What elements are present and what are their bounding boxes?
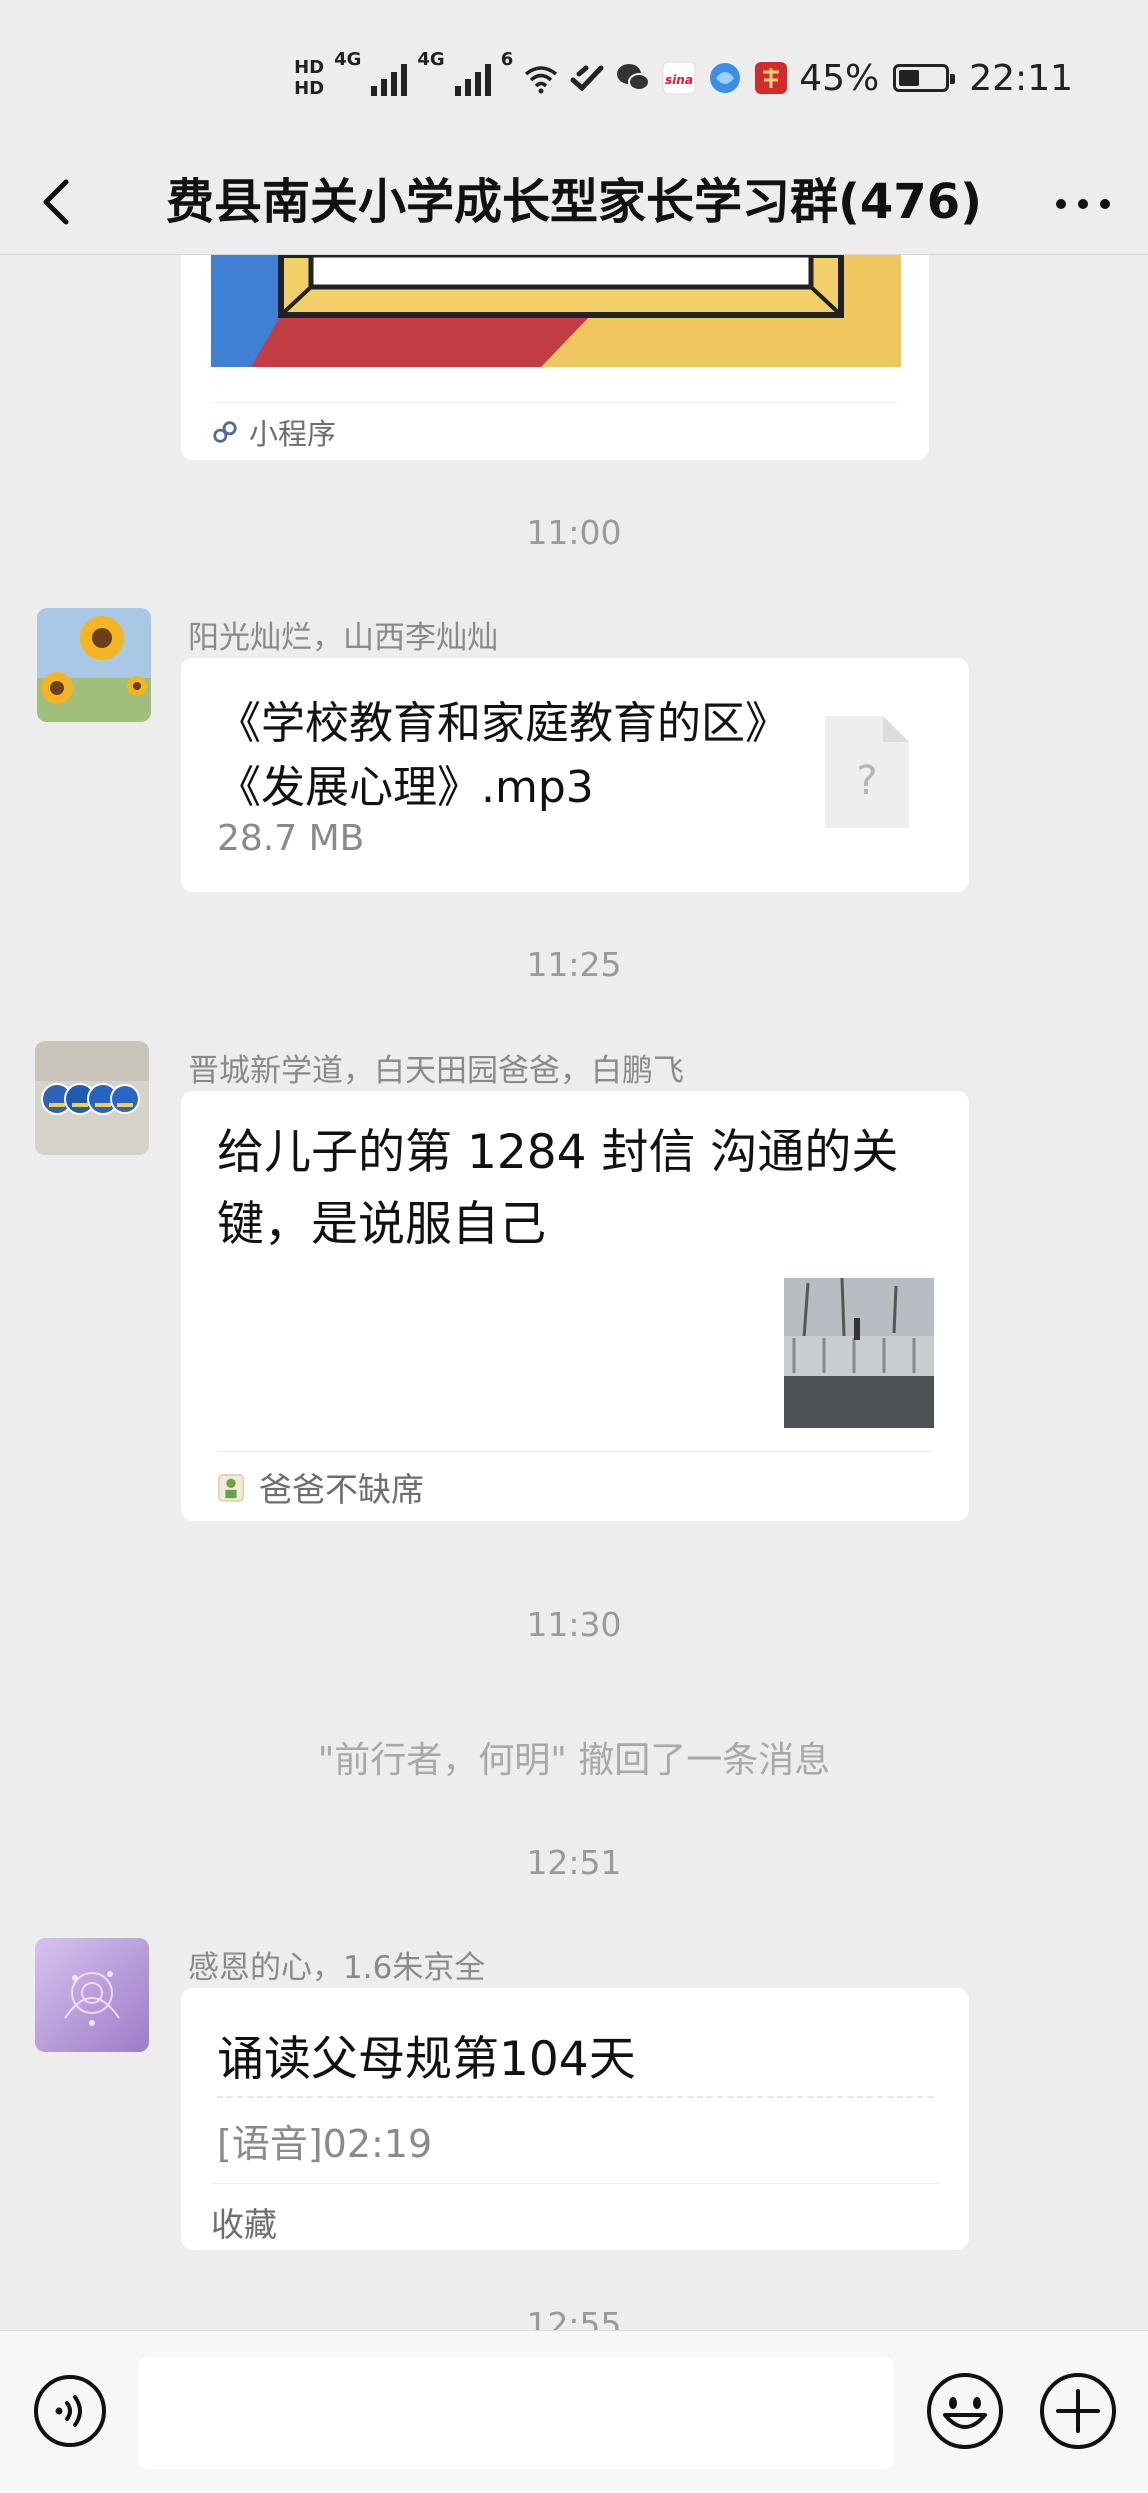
more-actions-button[interactable] bbox=[1038, 2371, 1118, 2451]
avatar[interactable] bbox=[35, 1041, 149, 1155]
recitation-title: 诵读父母规第104天 bbox=[217, 2032, 636, 2087]
file-size: 28.7 MB bbox=[217, 818, 365, 859]
battery-icon bbox=[893, 64, 956, 92]
wifi-icon bbox=[523, 60, 559, 96]
divider bbox=[217, 2096, 933, 2098]
more-icon bbox=[1056, 199, 1110, 209]
account-logo-icon bbox=[218, 1474, 244, 1502]
emoji-icon bbox=[927, 2373, 1003, 2449]
medals-avatar-image bbox=[35, 1041, 149, 1155]
unknown-file-icon: ? bbox=[825, 716, 909, 828]
recitation-card[interactable]: 诵读父母规第104天 [语音]02:19 收藏 bbox=[181, 1988, 969, 2250]
sunflower-avatar-image bbox=[37, 608, 151, 722]
chat-header: 费县南关小学成长型家长学习群(476) bbox=[0, 150, 1148, 255]
chat-title: 费县南关小学成长型家长学习群(476) bbox=[165, 174, 983, 230]
timestamp: 11:00 bbox=[526, 513, 622, 552]
flower-avatar-image bbox=[35, 1938, 149, 2052]
sender-name: 晋城新学道，白天田园爸爸，白鹏飞 bbox=[188, 1053, 684, 1089]
svg-text:sina: sina bbox=[665, 73, 693, 87]
timestamp: 12:55 bbox=[526, 2305, 622, 2330]
timestamp: 12:51 bbox=[526, 1843, 622, 1882]
mini-program-footer: 小程序 bbox=[211, 402, 899, 461]
link-icon bbox=[569, 60, 605, 96]
battery-percent: 45% bbox=[799, 57, 880, 99]
file-name: 《学校教育和家庭教育的区》《发展心理》.mp3 bbox=[217, 698, 767, 813]
mini-program-thumbnail bbox=[211, 255, 901, 367]
favorite-tag: 收藏 bbox=[211, 2205, 277, 2244]
article-source-bar: 爸爸不缺席 bbox=[217, 1451, 933, 1522]
voice-duration: [语音]02:19 bbox=[217, 2122, 433, 2166]
article-thumbnail bbox=[784, 1278, 934, 1428]
mini-program-card[interactable]: 小程序 bbox=[181, 255, 929, 460]
wechat-icon bbox=[615, 60, 651, 96]
clock: 22:11 bbox=[969, 57, 1073, 99]
timestamp: 11:30 bbox=[526, 1605, 622, 1644]
avatar[interactable] bbox=[35, 1938, 149, 2052]
emoji-button[interactable] bbox=[925, 2371, 1005, 2451]
signal-icon bbox=[454, 60, 491, 96]
more-button[interactable] bbox=[1048, 172, 1118, 232]
status-bar: HD HD 4G 4G 6 sina 45% 22:11 bbox=[0, 0, 1148, 150]
back-button[interactable] bbox=[30, 172, 90, 232]
browser-icon bbox=[707, 60, 743, 96]
network-type-2: 4G bbox=[417, 49, 445, 70]
svg-text:?: ? bbox=[856, 758, 877, 804]
message-list[interactable]: 小程序 11:00 阳光灿烂，山西李灿灿 《学校教育和家庭教育的区》《发展心理》… bbox=[0, 255, 1148, 2330]
chevron-left-icon bbox=[43, 179, 69, 225]
recall-notice: "前行者，何明" 撤回了一条消息 bbox=[317, 1740, 831, 1781]
message-input[interactable] bbox=[138, 2357, 894, 2469]
mini-program-icon bbox=[213, 421, 237, 443]
sender-name: 感恩的心，1.6朱京全 bbox=[188, 1950, 486, 1986]
timestamp: 11:25 bbox=[526, 945, 622, 984]
voice-input-button[interactable] bbox=[32, 2373, 108, 2449]
voice-icon bbox=[34, 2375, 106, 2447]
weibo-icon: sina bbox=[661, 60, 697, 96]
network-type-1: 4G bbox=[334, 49, 362, 70]
sender-name: 阳光灿烂，山西李灿灿 bbox=[188, 620, 498, 656]
article-card[interactable]: 给儿子的第 1284 封信 沟通的关键，是说服自己 爸爸不缺席 bbox=[181, 1091, 969, 1521]
avatar[interactable] bbox=[37, 608, 151, 722]
divider bbox=[211, 2183, 939, 2184]
article-title: 给儿子的第 1284 封信 沟通的关键，是说服自己 bbox=[217, 1125, 899, 1252]
input-bar bbox=[0, 2330, 1148, 2493]
study-app-icon bbox=[753, 60, 789, 96]
file-message[interactable]: 《学校教育和家庭教育的区》《发展心理》.mp3 28.7 MB ? bbox=[181, 658, 969, 892]
signal-icon bbox=[371, 60, 408, 96]
plus-icon bbox=[1040, 2373, 1116, 2449]
hd-indicator: HD HD bbox=[294, 57, 325, 99]
